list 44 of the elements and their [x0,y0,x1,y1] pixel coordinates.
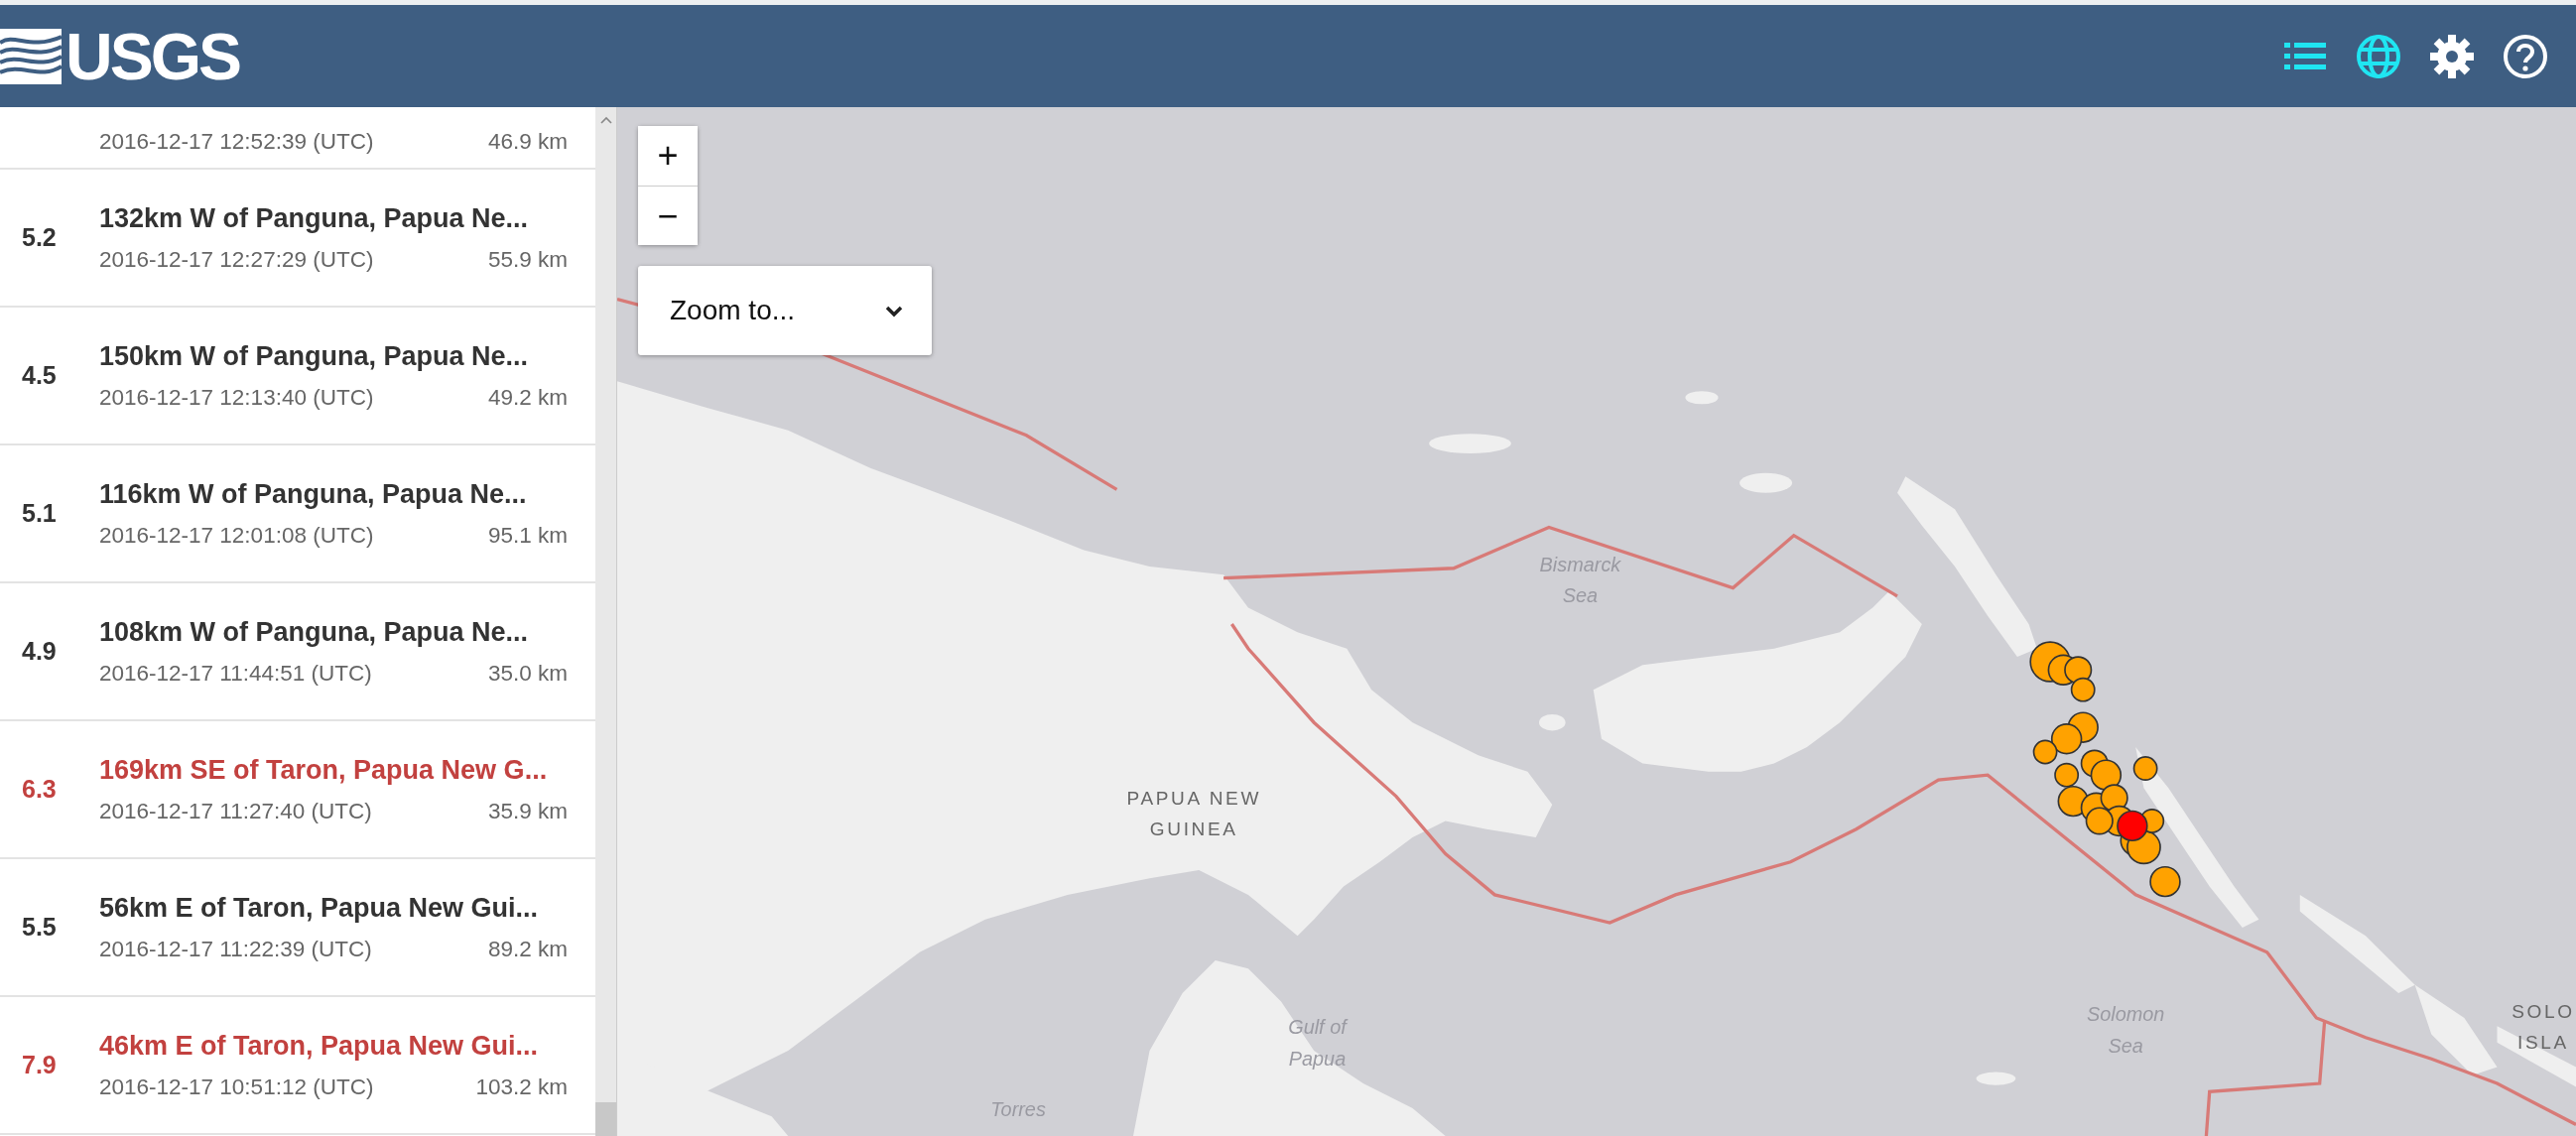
scrollbar[interactable] [595,107,617,1136]
zoom-in-button[interactable]: + [638,126,698,186]
event-depth: 49.2 km [487,383,568,412]
zoom-to-dropdown[interactable]: Zoom to... [638,266,932,355]
event-time: 2016-12-17 11:27:40 (UTC) [99,797,372,825]
magnitude: 4.9 [22,636,57,665]
event-title[interactable]: 46km E of Taron, Papua New Gui... [99,1026,568,1067]
event-row[interactable]: 2016-12-17 12:52:39 (UTC) 46.9 km [0,107,595,170]
magnitude: 5.1 [22,498,57,527]
help-icon[interactable] [2503,33,2548,79]
event-time: 2016-12-17 10:51:12 (UTC) [99,1073,374,1101]
magnitude: 4.5 [22,360,57,389]
event-depth: 55.9 km [487,245,568,274]
event-depth: 103.2 km [475,1073,568,1101]
event-time: 2016-12-17 12:52:39 (UTC) [99,127,374,156]
event-time: 2016-12-17 12:27:29 (UTC) [99,245,374,274]
event-title[interactable]: 169km SE of Taron, Papua New G... [99,750,568,791]
globe-icon[interactable] [2356,33,2401,79]
event-title[interactable]: 108km W of Panguna, Papua Ne... [99,612,568,653]
settings-icon[interactable] [2429,33,2475,79]
zoom-out-button[interactable]: − [638,186,698,245]
event-time: 2016-12-17 12:13:40 (UTC) [99,383,374,412]
event-title[interactable]: 56km E of Taron, Papua New Gui... [99,888,568,929]
scrollbar-thumb[interactable] [595,1102,616,1136]
event-depth: 35.9 km [487,797,568,825]
map-label: SOLO ISLA [2512,1000,2575,1054]
event-depth: 35.0 km [487,659,568,688]
event-title[interactable]: 116km W of Panguna, Papua Ne... [99,474,568,515]
event-time: 2016-12-17 11:22:39 (UTC) [99,935,372,963]
map-label: PAPUA NEW GUINEA [1126,787,1262,840]
event-depth: 95.1 km [487,521,568,550]
magnitude: 6.3 [22,774,57,803]
scroll-up-icon[interactable] [598,115,613,125]
magnitude: 7.9 [22,1050,57,1078]
event-title[interactable]: 150km W of Panguna, Papua Ne... [99,336,568,377]
event-depth: 46.9 km [487,127,568,156]
event-title[interactable]: 132km W of Panguna, Papua Ne... [99,198,568,239]
magnitude: 5.5 [22,912,57,941]
event-time: 2016-12-17 11:44:51 (UTC) [99,659,372,688]
magnitude: 5.2 [22,222,57,251]
event-time: 2016-12-17 12:01:08 (UTC) [99,521,374,550]
earthquake-markers-drawing[interactable] [2029,641,2181,898]
logo-text: USGS [65,23,240,89]
event-depth: 89.2 km [487,935,568,963]
